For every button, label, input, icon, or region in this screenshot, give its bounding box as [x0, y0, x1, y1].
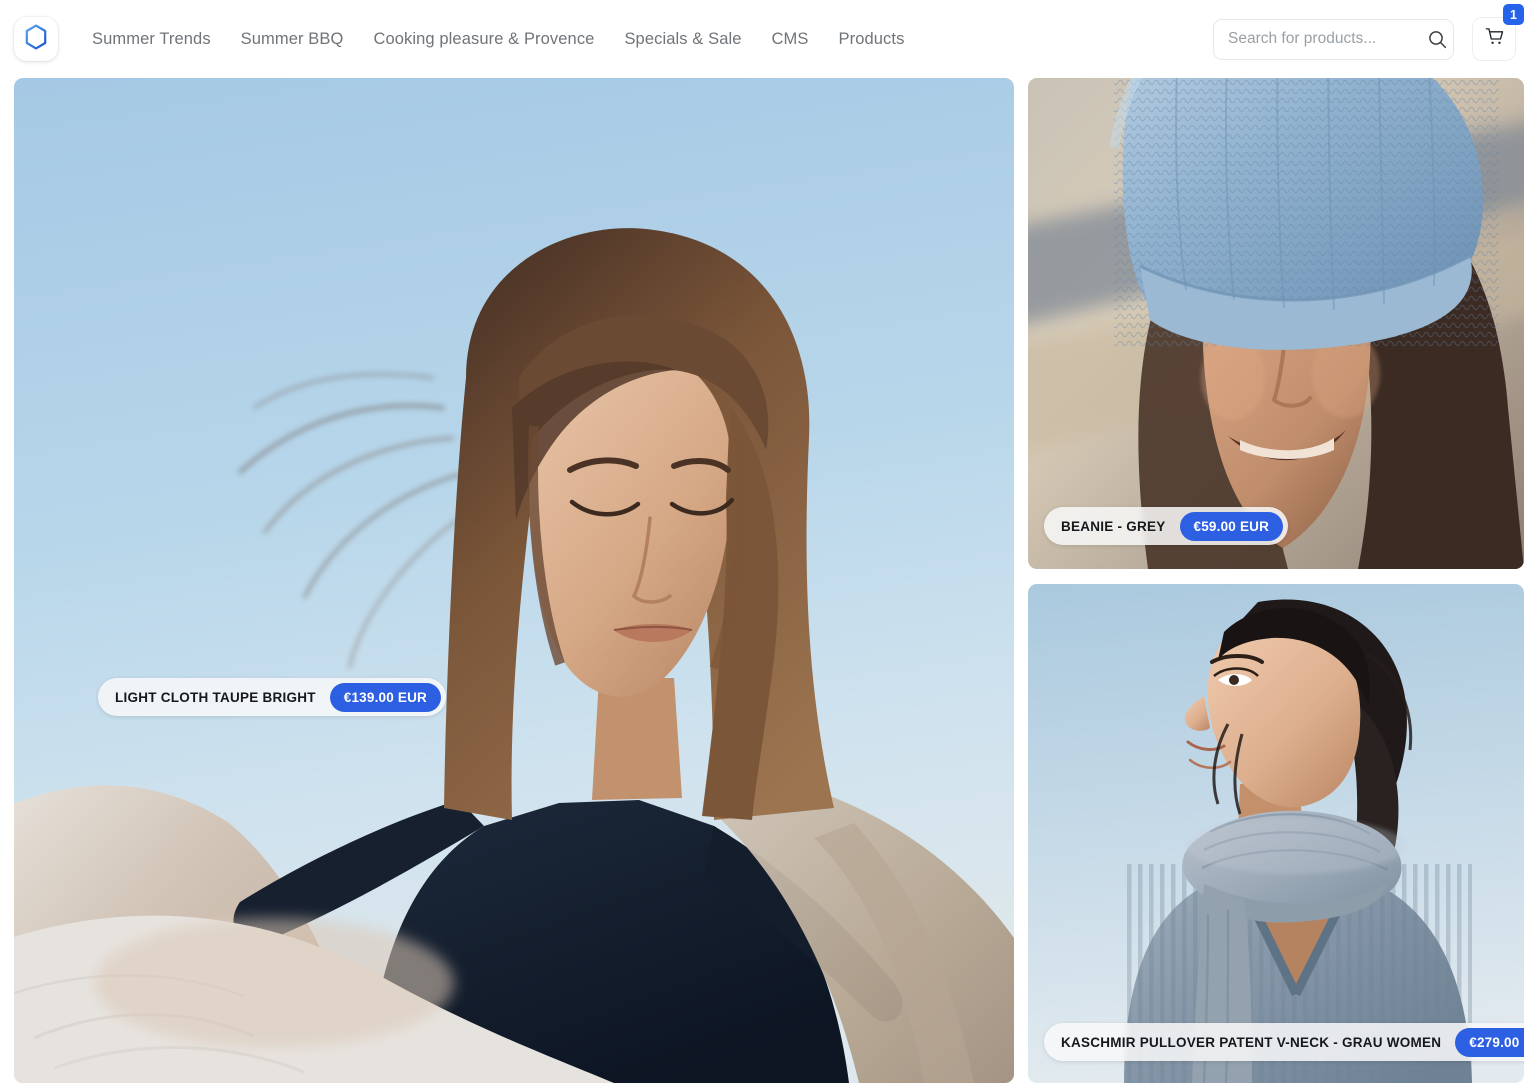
product-price: €279.00 EUR — [1455, 1027, 1524, 1057]
search-icon[interactable] — [1428, 30, 1447, 49]
product-card-beanie[interactable]: BEANIE - GREY €59.00 EUR — [1028, 78, 1524, 569]
product-label-beanie[interactable]: BEANIE - GREY €59.00 EUR — [1044, 507, 1289, 545]
main-navigation: Summer Trends Summer BBQ Cooking pleasur… — [92, 30, 904, 49]
product-card-hero[interactable]: LIGHT CLOTH TAUPE BRIGHT €139.00 EUR — [14, 78, 1014, 1083]
product-label-hero[interactable]: LIGHT CLOTH TAUPE BRIGHT €139.00 EUR — [98, 678, 447, 716]
nav-item-summer-trends[interactable]: Summer Trends — [92, 30, 211, 49]
site-header: Summer Trends Summer BBQ Cooking pleasur… — [0, 0, 1538, 78]
product-label-pullover[interactable]: KASCHMIR PULLOVER PATENT V-NECK - GRAU W… — [1044, 1023, 1524, 1061]
product-name: KASCHMIR PULLOVER PATENT V-NECK - GRAU W… — [1061, 1034, 1442, 1050]
product-name: LIGHT CLOTH TAUPE BRIGHT — [115, 689, 316, 705]
search-box[interactable] — [1213, 18, 1454, 60]
product-name: BEANIE - GREY — [1061, 518, 1166, 534]
nav-item-cooking-pleasure-provence[interactable]: Cooking pleasure & Provence — [373, 30, 594, 49]
shopping-cart-icon — [1484, 26, 1505, 52]
header-actions: 1 — [1213, 4, 1524, 61]
hero-product-image — [14, 78, 1014, 1083]
product-showcase-grid: LIGHT CLOTH TAUPE BRIGHT €139.00 EUR BEA… — [14, 78, 1524, 1083]
product-price: €59.00 EUR — [1179, 511, 1284, 541]
product-card-pullover[interactable]: KASCHMIR PULLOVER PATENT V-NECK - GRAU W… — [1028, 584, 1524, 1083]
nav-item-specials-sale[interactable]: Specials & Sale — [624, 30, 741, 49]
product-price: €139.00 EUR — [329, 682, 442, 712]
nav-item-summer-bbq[interactable]: Summer BBQ — [241, 30, 344, 49]
cart-area: 1 — [1472, 4, 1524, 61]
pullover-product-image — [1028, 584, 1524, 1083]
nav-item-cms[interactable]: CMS — [772, 30, 809, 49]
nav-item-products[interactable]: Products — [839, 30, 905, 49]
hexagon-logo-icon — [24, 24, 48, 55]
search-input[interactable] — [1228, 30, 1428, 48]
site-logo[interactable] — [14, 17, 58, 61]
cart-badge-count: 1 — [1503, 4, 1524, 25]
beanie-product-image — [1028, 78, 1524, 569]
